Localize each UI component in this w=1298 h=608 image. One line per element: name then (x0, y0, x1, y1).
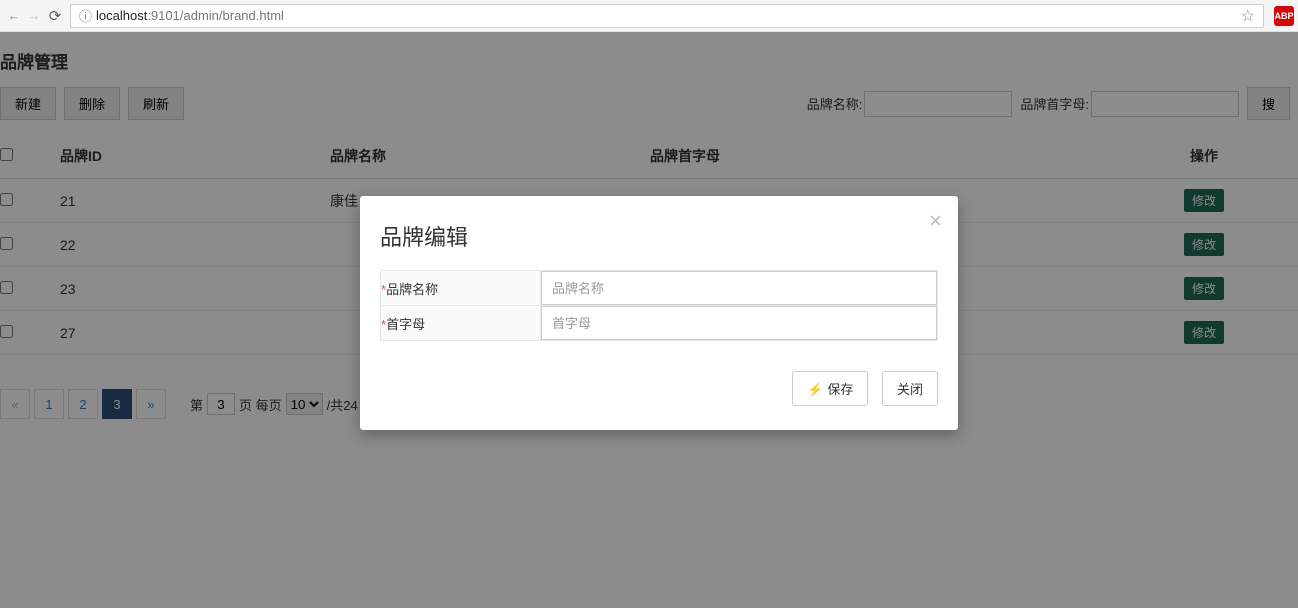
nav-forward-icon: → (24, 8, 44, 23)
close-icon[interactable]: × (929, 208, 942, 234)
close-button[interactable]: 关闭 (882, 371, 938, 406)
bookmark-star-icon[interactable]: ☆ (1241, 6, 1255, 26)
url-host: localhost (96, 8, 147, 23)
brand-name-input[interactable] (541, 271, 937, 305)
info-icon: ⓘ (79, 6, 92, 25)
nav-back-icon[interactable]: ← (4, 8, 24, 23)
url-path: /admin/brand.html (180, 8, 284, 23)
abp-extension-icon[interactable]: ABP (1274, 6, 1294, 26)
field-label-name: *品牌名称 (381, 271, 541, 306)
first-letter-input[interactable] (541, 306, 937, 340)
reload-icon[interactable]: ⟳ (44, 7, 66, 25)
field-label-letter: *首字母 (381, 306, 541, 341)
modal-title: 品牌编辑 (380, 220, 938, 252)
url-text: localhost:9101/admin/brand.html (96, 8, 284, 23)
browser-toolbar: ← → ⟳ ⓘ localhost:9101/admin/brand.html … (0, 0, 1298, 32)
url-bar[interactable]: ⓘ localhost:9101/admin/brand.html ☆ (70, 4, 1264, 28)
url-port: :9101 (147, 8, 180, 23)
bolt-icon: ⚡ (807, 382, 823, 397)
save-button[interactable]: ⚡保存 (792, 371, 868, 406)
brand-edit-modal: × 品牌编辑 *品牌名称 *首字母 ⚡保存 关闭 (360, 196, 958, 430)
